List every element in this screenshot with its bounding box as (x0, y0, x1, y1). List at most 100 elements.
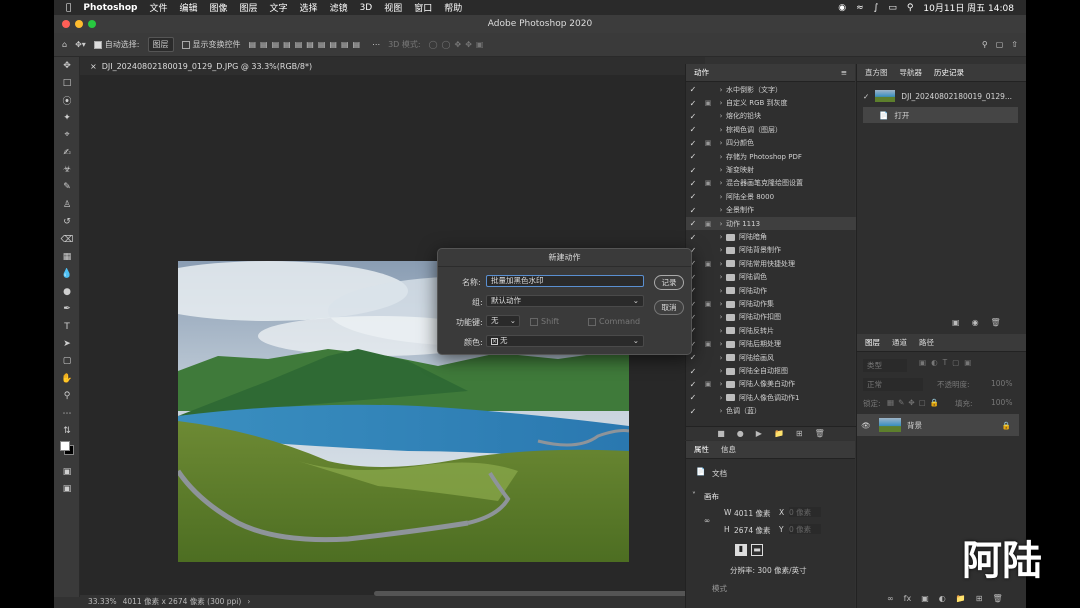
tab-navigator[interactable]: 导航器 (900, 67, 923, 78)
toggle-check-icon[interactable]: ✓ (686, 380, 700, 389)
new-document-icon[interactable]: ▣ (952, 318, 960, 327)
menu-filter[interactable]: 滤镜 (330, 1, 348, 14)
healing-tool-icon[interactable]: ☣ (54, 161, 80, 178)
minimize-window-button[interactable] (75, 20, 83, 28)
trash-icon[interactable]: 🗑 (992, 594, 1002, 603)
stop-icon[interactable]: ■ (717, 429, 725, 438)
dialog-toggle-icon[interactable]: ▣ (700, 220, 716, 228)
action-row[interactable]: ✓ ▣ › 阿陆人像美白动作 (686, 378, 856, 391)
align-icons[interactable]: ▤▤▤▤▤▤▤▤▤▤ (249, 40, 365, 49)
hand-tool-icon[interactable]: ✋ (54, 370, 80, 387)
dialog-toggle-icon[interactable]: ▣ (700, 179, 716, 187)
search-icon[interactable]: ⚲ (982, 40, 988, 49)
action-row[interactable]: ✓ ▣ › 混合器画笔克隆绘图设置 (686, 177, 856, 190)
crop-tool-icon[interactable]: ⌖ (54, 127, 80, 144)
action-row[interactable]: ✓ › 存储为 Photoshop PDF (686, 150, 856, 163)
expand-chevron-icon[interactable]: › (716, 233, 726, 241)
action-row[interactable]: ✓ › 阿陆反转片 (686, 324, 856, 337)
expand-chevron-icon[interactable]: › (716, 380, 726, 388)
height-value[interactable]: 2674 像素 (734, 525, 770, 536)
menu-select[interactable]: 选择 (300, 1, 318, 14)
blend-mode-dropdown[interactable]: 正常 (863, 378, 923, 391)
opacity-value[interactable]: 100% (991, 379, 1012, 388)
toggle-check-icon[interactable]: ✓ (686, 125, 700, 134)
tab-channels[interactable]: 通道 (892, 337, 907, 348)
lock-icons[interactable]: ▦✎✥▢🔒 (887, 398, 943, 407)
dialog-toggle-icon[interactable]: ▣ (700, 260, 716, 268)
eraser-tool-icon[interactable]: ⌫ (54, 231, 80, 248)
shift-checkbox[interactable]: Shift (530, 317, 559, 326)
width-value[interactable]: 4011 像素 (734, 508, 770, 519)
magic-wand-tool-icon[interactable]: ✦ (54, 109, 80, 126)
layer-filter-icons[interactable]: ▣◐T▢▣ (919, 358, 976, 367)
new-set-icon[interactable]: 📁 (774, 429, 784, 438)
expand-chevron-icon[interactable]: › (716, 139, 726, 147)
new-layer-icon[interactable]: ⊞ (976, 594, 983, 603)
group-icon[interactable]: 📁 (956, 594, 966, 603)
action-row[interactable]: ✓ › 阿陆背景制作 (686, 244, 856, 257)
toggle-check-icon[interactable]: ✓ (686, 139, 700, 148)
auto-select-dropdown[interactable]: 图层 (147, 37, 174, 52)
camera-icon[interactable]: ◉ (972, 318, 979, 327)
tab-properties[interactable]: 属性 (694, 444, 709, 455)
toggle-check-icon[interactable]: ✓ (686, 219, 700, 228)
toggle-check-icon[interactable]: ✓ (686, 393, 700, 402)
search-icon[interactable]: ⚲ (907, 3, 914, 13)
action-row[interactable]: ✓ › 阿陆动作 (686, 284, 856, 297)
menu-help[interactable]: 帮助 (444, 1, 462, 14)
portrait-icon[interactable]: ▮ (735, 544, 747, 556)
zoom-tool-icon[interactable]: ⚲ (54, 387, 80, 404)
action-row[interactable]: ✓ › 全景制作 (686, 204, 856, 217)
menu-view[interactable]: 视图 (384, 1, 402, 14)
expand-chevron-icon[interactable]: › (716, 153, 726, 161)
dialog-toggle-icon[interactable]: ▣ (700, 340, 716, 348)
cancel-button[interactable]: 取消 (654, 300, 684, 315)
history-step[interactable]: 📄 打开 (863, 107, 1018, 123)
menu-file[interactable]: 文件 (149, 1, 167, 14)
action-row[interactable]: ✓ › 渐变映射 (686, 163, 856, 176)
record-icon[interactable]: ◉ (838, 3, 846, 13)
expand-chevron-icon[interactable]: › (716, 340, 726, 348)
lasso-tool-icon[interactable]: ⦿ (54, 92, 80, 109)
expand-chevron-icon[interactable]: › (716, 367, 726, 375)
action-row[interactable]: ✓ ▣ › 阿陆常用快捷处理 (686, 257, 856, 270)
zoom-window-button[interactable] (88, 20, 96, 28)
toggle-check-icon[interactable]: ✓ (686, 233, 700, 242)
dialog-toggle-icon[interactable]: ▣ (700, 99, 716, 107)
link-icon[interactable]: ∞ (704, 516, 710, 525)
action-name-input[interactable]: 批量加黑色水印 (486, 275, 644, 287)
quick-mask-icon[interactable]: ▣ (54, 463, 80, 480)
brush-tool-icon[interactable]: ✎ (54, 179, 80, 196)
menu-3d[interactable]: 3D (360, 3, 373, 13)
zoom-level[interactable]: 33.33% (88, 597, 117, 606)
action-row[interactable]: ✓ › 棕褐色调（图层） (686, 123, 856, 136)
action-row[interactable]: ✓ › 阿陆暗角 (686, 230, 856, 243)
menu-layer[interactable]: 图层 (240, 1, 258, 14)
gradient-tool-icon[interactable]: ▦ (54, 248, 80, 265)
action-row[interactable]: ✓ ▣ › 自定义 RGB 到灰度 (686, 96, 856, 109)
app-menu[interactable]: Photoshop (83, 3, 137, 13)
record-button[interactable]: 记录 (654, 275, 684, 290)
expand-chevron-icon[interactable]: › (716, 112, 726, 120)
tab-info[interactable]: 信息 (721, 444, 736, 455)
move-tool-icon[interactable]: ✥▾ (75, 40, 86, 49)
menu-type[interactable]: 文字 (270, 1, 288, 14)
menu-edit[interactable]: 编辑 (179, 1, 197, 14)
shape-tool-icon[interactable]: ▢ (54, 353, 80, 370)
expand-chevron-icon[interactable]: › (716, 166, 726, 174)
action-row[interactable]: ✓ › 熔化的铅块 (686, 110, 856, 123)
expand-chevron-icon[interactable]: › (716, 300, 726, 308)
expand-chevron-icon[interactable]: › (716, 313, 726, 321)
toggle-check-icon[interactable]: ✓ (686, 407, 700, 416)
stamp-tool-icon[interactable]: ♙ (54, 196, 80, 213)
expand-chevron-icon[interactable]: › (716, 287, 726, 295)
play-icon[interactable]: ▶ (756, 429, 762, 438)
close-window-button[interactable] (62, 20, 70, 28)
wifi-icon[interactable]: ≈ (856, 3, 864, 13)
action-row[interactable]: ✓ › 阿陆绘画风 (686, 351, 856, 364)
record-icon[interactable]: ● (737, 429, 744, 438)
landscape-icon[interactable]: ▬ (751, 544, 763, 556)
share-icon[interactable]: ⇧ (1011, 40, 1018, 49)
color-swatches[interactable] (54, 440, 80, 457)
more-tools-icon[interactable]: ⋯ (54, 405, 80, 422)
